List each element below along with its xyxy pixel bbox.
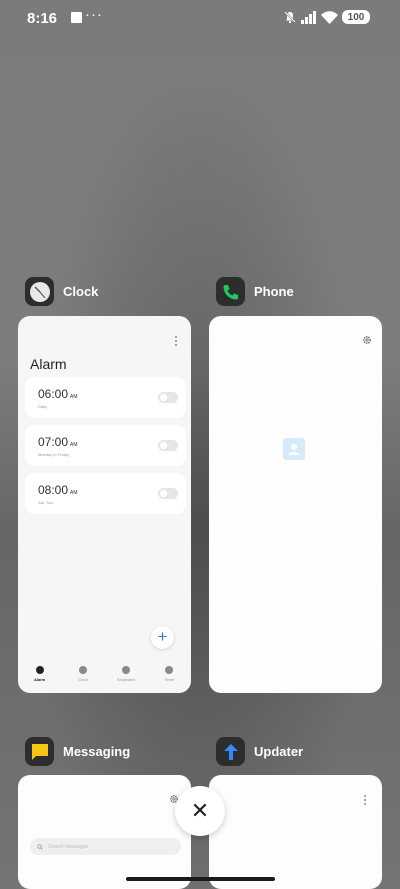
add-alarm-icon: + [151,626,174,649]
alarm-item: 06:00 AM Daily [25,377,186,418]
tab-clock: Clock [61,666,104,688]
app-name-phone: Phone [254,284,294,299]
alarm-ampm: AM [70,442,78,448]
settings-gear-icon [363,336,371,344]
battery-icon: 100 [342,10,370,24]
app-name-updater: Updater [254,744,304,759]
alarm-repeat: Monday to Friday [38,452,69,457]
app-header-clock[interactable]: Clock [25,277,98,306]
more-options-icon [364,795,367,807]
messaging-icon[interactable] [25,737,54,766]
alarm-toggle [158,440,178,451]
tab-stopwatch: Stopwatch [105,666,148,688]
clock-icon[interactable] [25,277,54,306]
tab-label: Clock [77,677,88,682]
search-icon [37,843,43,850]
home-indicator[interactable] [126,877,275,881]
status-bar: 8:16 ··· 100 [0,0,400,36]
alarm-time: 06:00 [38,387,69,401]
alarm-toggle [158,392,178,403]
more-notifications-icon: ··· [85,6,103,23]
signal-icon [301,10,316,24]
close-all-button[interactable]: ✕ [175,786,225,836]
more-options-icon [175,336,178,348]
timer-tab-icon [165,666,174,674]
clock-tab-icon [78,666,87,674]
alarm-toggle [158,488,178,499]
tab-label: Timer [164,677,175,682]
stopwatch-tab-icon [122,666,131,674]
app-card-updater[interactable] [209,775,382,889]
alarm-ampm: AM [70,394,78,400]
app-header-phone[interactable]: Phone [216,277,294,306]
tab-timer: Timer [148,666,191,688]
tab-label: Alarm [33,677,46,682]
alarm-time: 07:00 [38,435,69,449]
app-card-phone[interactable] [209,316,382,693]
phone-icon[interactable] [216,277,245,306]
alarm-item: 08:00 AM Sat, Sun [25,473,186,514]
app-name-messaging: Messaging [63,744,131,759]
alarm-tab-icon [35,666,44,674]
contact-placeholder-icon [283,438,305,460]
alarm-item: 07:00 AM Monday to Friday [25,425,186,466]
tab-label: Stopwatch [116,677,136,682]
app-header-messaging[interactable]: Messaging [25,737,130,766]
search-placeholder: Search messages [48,843,89,850]
alarm-ampm: AM [70,490,78,496]
mute-icon [284,11,296,23]
alarm-title: Alarm [30,356,67,372]
app-header-updater[interactable]: Updater [216,737,303,766]
clock-tab-bar: Alarm Clock Stopwatch Timer [18,666,191,688]
search-bar: Search messages [30,838,181,855]
updater-icon[interactable] [216,737,245,766]
notification-square-icon [71,12,82,23]
status-time: 8:16 [27,10,58,27]
wifi-icon [321,10,338,24]
alarm-time: 08:00 [38,483,69,497]
app-card-messaging[interactable]: Search messages [18,775,191,889]
alarm-repeat: Sat, Sun [38,500,54,505]
status-right-icons: 100 [283,10,370,24]
tab-alarm: Alarm [18,666,61,688]
app-name-clock: Clock [63,284,99,299]
app-card-clock[interactable]: Alarm 06:00 AM Daily 07:00 AM Monday to Fr… [18,316,191,693]
alarm-repeat: Daily [38,404,47,409]
